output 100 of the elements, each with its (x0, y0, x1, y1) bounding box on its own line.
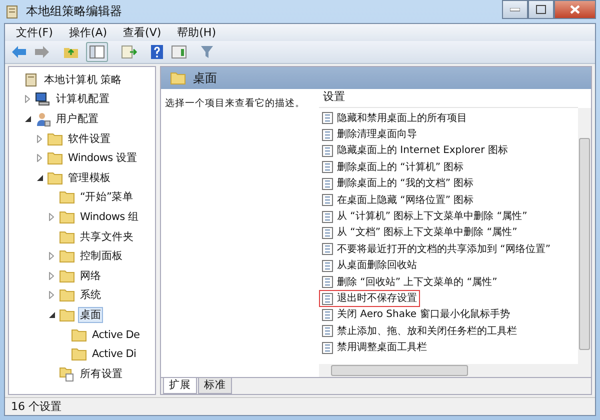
folder-icon (59, 230, 75, 244)
view-tab[interactable]: 标准 (198, 378, 232, 394)
tree-item[interactable]: 计算机配置 (54, 91, 112, 108)
tree-item[interactable]: Windows 设置 (66, 150, 140, 166)
policy-setting-icon (322, 210, 333, 223)
expanded-arrow-icon[interactable] (24, 116, 30, 122)
collapsed-arrow-icon[interactable] (49, 212, 54, 221)
setting-item[interactable]: 不要将最近打开的文档的共享添加到 “网络位置” (319, 240, 554, 258)
close-icon (570, 5, 580, 14)
forward-arrow-icon[interactable] (34, 45, 50, 59)
policy-setting-icon (322, 194, 333, 206)
folder-icon (71, 328, 87, 342)
policy-setting-icon (322, 342, 333, 354)
collapsed-arrow-icon[interactable] (37, 134, 42, 143)
folder-icon (59, 268, 75, 283)
folder-icon (59, 210, 75, 224)
policy-setting-icon (322, 325, 333, 338)
maximize-button[interactable] (528, 0, 554, 19)
folder-icon (170, 71, 186, 85)
setting-item[interactable]: 退出时不保存设置 (319, 290, 420, 307)
policy-setting-icon (322, 260, 333, 272)
setting-item[interactable]: 删除清理桌面向导 (319, 126, 420, 144)
horizontal-scrollbar[interactable] (319, 364, 591, 377)
folder-icon (47, 151, 63, 166)
setting-item[interactable]: 删除桌面上的 “我的文档” 图标 (319, 175, 477, 192)
setting-item[interactable]: 隐藏和禁用桌面上的所有项目 (319, 110, 470, 127)
menu-item[interactable]: 帮助(H) (170, 25, 223, 40)
policy-setting-icon (322, 128, 333, 141)
filter-icon[interactable] (200, 45, 214, 59)
setting-item[interactable]: 禁用调整桌面工具栏 (319, 339, 430, 356)
policy-setting-icon (322, 292, 333, 304)
menu-item[interactable]: 操作(A) (62, 25, 114, 40)
tree-item[interactable]: 系统 (78, 287, 104, 304)
setting-item[interactable]: 从桌面删除回收站 (319, 257, 420, 274)
tree-item[interactable]: 网络 (78, 268, 104, 284)
view-tab[interactable]: 扩展 (163, 378, 197, 394)
tree-item[interactable]: Active De (90, 326, 142, 343)
status-text: 16 个设置 (11, 399, 62, 414)
policy-setting-icon (322, 276, 333, 288)
window-title: 本地组策略编辑器 (26, 3, 122, 20)
tree-item[interactable]: 管理模板 (66, 170, 113, 186)
setting-item[interactable]: 删除 “回收站” 上下文菜单的 “属性” (319, 274, 500, 291)
minimize-icon (510, 8, 520, 12)
action-pane-icon[interactable] (171, 45, 187, 59)
collapsed-arrow-icon[interactable] (25, 95, 30, 104)
tree-item[interactable]: Windows 组 (78, 208, 141, 225)
folder-up-icon[interactable] (63, 45, 79, 59)
policy-setting-icon (322, 178, 333, 190)
maximize-icon (536, 5, 546, 14)
setting-item[interactable]: 禁止添加、拖、放和关闭任务栏的工具栏 (319, 322, 520, 340)
back-arrow-icon[interactable] (11, 45, 27, 59)
setting-item[interactable]: 关闭 Aero Shake 窗口最小化鼠标手势 (319, 306, 513, 324)
folder-icon (59, 288, 75, 302)
setting-item[interactable]: 从 “计算机” 图标上下文菜单中删除 “属性” (319, 208, 530, 226)
folder-icon (59, 308, 75, 322)
folder-icon (47, 132, 63, 146)
folder-icon (71, 347, 87, 362)
menu-item[interactable]: 查看(V) (116, 25, 168, 40)
column-header[interactable]: 设置 (319, 89, 349, 107)
settings-folder-icon (59, 366, 75, 382)
folder-icon (59, 190, 75, 204)
tree-item[interactable]: 桌面 (78, 306, 104, 323)
folder-icon (47, 170, 63, 185)
collapsed-arrow-icon[interactable] (37, 154, 42, 162)
policy-setting-icon (322, 243, 333, 256)
tree-item[interactable]: 本地计算机 策略 (42, 72, 124, 88)
setting-item[interactable]: 从 “文档” 图标上下文菜单中删除 “属性” (319, 224, 520, 242)
setting-item[interactable]: 删除桌面上的 “计算机” 图标 (319, 158, 467, 176)
book-icon (23, 72, 39, 88)
tree-item[interactable]: Active Di (90, 346, 138, 362)
tree-item[interactable]: 软件设置 (66, 130, 113, 147)
collapsed-arrow-icon[interactable] (49, 272, 54, 280)
user-icon (35, 110, 51, 127)
policy-setting-icon (322, 308, 333, 321)
policy-setting-icon (322, 112, 333, 124)
expanded-arrow-icon[interactable] (36, 174, 42, 181)
export-list-icon[interactable] (121, 45, 137, 59)
help-icon[interactable] (150, 44, 164, 60)
book-icon (4, 4, 20, 20)
computer-icon (35, 91, 51, 108)
tree-item[interactable]: 用户配置 (54, 110, 101, 127)
collapsed-arrow-icon[interactable] (49, 291, 54, 300)
folder-icon (59, 249, 75, 264)
menu-item[interactable]: 文件(F) (9, 25, 60, 40)
expanded-arrow-icon[interactable] (48, 312, 54, 318)
console-tree-icon[interactable] (86, 42, 108, 62)
tree-item[interactable]: 共享文件夹 (78, 228, 136, 245)
minimize-button[interactable] (502, 0, 528, 19)
tree-item[interactable]: 控制面板 (78, 248, 125, 264)
setting-item[interactable]: 在桌面上隐藏 “网络位置” 图标 (319, 192, 477, 209)
policy-setting-icon (322, 144, 333, 157)
policy-setting-icon (322, 161, 333, 174)
close-button[interactable] (554, 0, 596, 19)
header-title: 桌面 (193, 70, 217, 86)
description-text: 选择一个项目来查看它的描述。 (165, 98, 305, 109)
tree-item[interactable]: 所有设置 (78, 366, 125, 382)
tree-item[interactable]: “开始”菜单 (78, 189, 136, 206)
setting-item[interactable]: 隐藏桌面上的 Internet Explorer 图标 (319, 142, 511, 160)
vertical-scrollbar[interactable] (578, 108, 591, 364)
collapsed-arrow-icon[interactable] (49, 252, 54, 260)
